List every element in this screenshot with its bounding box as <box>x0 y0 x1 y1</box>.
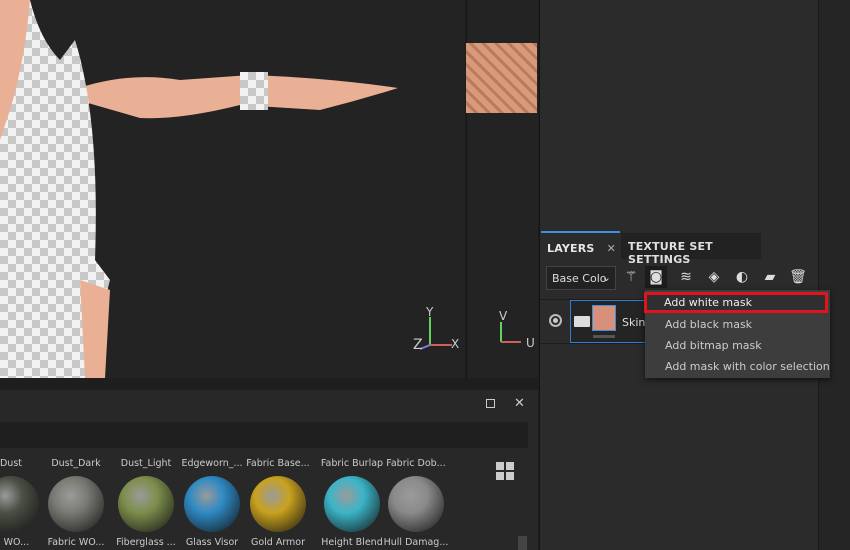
channel-dropdown-value: Base Colo <box>552 272 607 285</box>
axis-y-label: Y <box>426 305 434 319</box>
axis-u-label: U <box>526 336 535 350</box>
material-item[interactable]: Dust ic WO... <box>0 458 44 548</box>
axis-x-label: X <box>451 337 460 351</box>
material-label: Hull Damag... <box>383 537 449 548</box>
material-top-label: Dust_Light <box>120 458 172 469</box>
chevron-down-icon: ⌄ <box>601 271 611 284</box>
material-item[interactable]: Edgeworn_... Glass Visor <box>179 458 245 548</box>
grid-view-icon[interactable] <box>496 462 514 480</box>
add-mask-menu: Add white mask Add black mask Add bitmap… <box>644 290 830 378</box>
add-effect-icon[interactable]: ◐ <box>731 266 753 288</box>
material-item[interactable]: Dust_Dark Fabric WO... <box>43 458 109 548</box>
material-preview <box>0 476 39 532</box>
material-item[interactable]: Fabric Burlap Height Blend <box>319 458 385 548</box>
maximize-icon[interactable] <box>486 399 495 408</box>
material-label: Gold Armor <box>250 537 306 548</box>
tab-layers[interactable]: LAYERS ✕ <box>541 231 620 259</box>
layer-name: Skin <box>622 316 646 329</box>
material-preview <box>388 476 444 532</box>
material-preview <box>324 476 380 532</box>
material-preview <box>184 476 240 532</box>
material-top-label: Fabric Burlap <box>320 458 384 469</box>
trash-icon[interactable]: 🗑 <box>787 266 809 288</box>
material-top-label: Edgeworn_... <box>181 458 243 469</box>
material-top-label: Dust <box>0 458 22 469</box>
layer-thumbnail <box>592 305 616 331</box>
material-label: Fabric WO... <box>47 537 105 548</box>
folder-icon <box>574 316 590 327</box>
side-toolbar <box>818 0 850 550</box>
axis-z-label: Z <box>413 337 423 353</box>
close-icon[interactable]: ✕ <box>607 242 616 255</box>
magic-wand-icon[interactable]: ⚚ <box>620 266 642 288</box>
material-label: Glass Visor <box>185 537 239 548</box>
material-top-label: Fabric Base... <box>246 458 310 469</box>
tab-texture-set-settings[interactable]: TEXTURE SET SETTINGS <box>621 233 761 266</box>
add-folder-icon[interactable]: ▰ <box>759 266 781 288</box>
menu-item-add-bitmap-mask[interactable]: Add bitmap mask <box>645 335 830 356</box>
material-item[interactable]: Dust_Light Fiberglass ... <box>113 458 179 548</box>
add-fill-layer-icon[interactable]: ◈ <box>703 266 725 288</box>
channel-dropdown[interactable]: Base Colo ⌄ <box>546 266 616 290</box>
material-top-label: Dust_Dark <box>51 458 101 469</box>
layer-thumbnail-bar <box>593 335 615 338</box>
material-label: Fiberglass ... <box>116 537 176 548</box>
material-item[interactable]: Fabric Base... Gold Armor <box>245 458 311 548</box>
shelf-search-bar[interactable] <box>0 422 528 448</box>
add-layer-icon[interactable]: ≋ <box>675 266 697 288</box>
material-label: Height Blend <box>321 537 383 548</box>
character-model <box>0 0 398 378</box>
scrollbar[interactable] <box>518 536 527 550</box>
visibility-toggle[interactable] <box>549 314 562 327</box>
material-top-label: Fabric Dob... <box>386 458 446 469</box>
uv-texture-map <box>466 43 537 113</box>
close-icon[interactable]: ✕ <box>514 396 525 411</box>
tab-layers-label: LAYERS <box>547 242 595 255</box>
axis-v-label: V <box>499 309 508 323</box>
3d-viewport[interactable]: Y X Z <box>0 0 465 378</box>
material-preview <box>118 476 174 532</box>
material-label: ic WO... <box>0 537 30 548</box>
material-preview <box>250 476 306 532</box>
menu-item-add-white-mask[interactable]: Add white mask <box>644 292 828 313</box>
material-preview <box>48 476 104 532</box>
menu-item-add-mask-color-selection[interactable]: Add mask with color selection <box>645 356 830 377</box>
menu-item-add-black-mask[interactable]: Add black mask <box>645 314 830 335</box>
material-item[interactable]: Fabric Dob... Hull Damag... <box>383 458 449 548</box>
add-mask-icon[interactable]: ◙ <box>645 266 667 288</box>
